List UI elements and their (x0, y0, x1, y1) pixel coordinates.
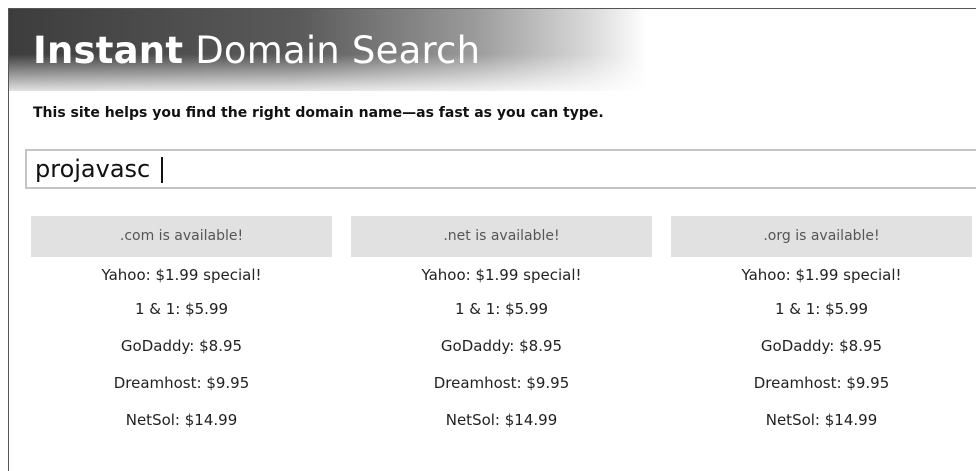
registrar-offer[interactable]: GoDaddy: $8.95 (31, 328, 332, 365)
registrar-offer[interactable]: Yahoo: $1.99 special! (31, 257, 332, 291)
title-rest: Domain Search (195, 29, 481, 72)
registrar-list: Yahoo: $1.99 special! 1 & 1: $5.99 GoDad… (671, 257, 972, 439)
registrar-offer[interactable]: 1 & 1: $5.99 (671, 291, 972, 328)
registrar-list: Yahoo: $1.99 special! 1 & 1: $5.99 GoDad… (31, 257, 332, 439)
registrar-offer[interactable]: Dreamhost: $9.95 (31, 365, 332, 402)
registrar-offer[interactable]: GoDaddy: $8.95 (351, 328, 652, 365)
search-box[interactable] (25, 149, 976, 189)
registrar-list: Yahoo: $1.99 special! 1 & 1: $5.99 GoDad… (351, 257, 652, 439)
registrar-offer[interactable]: NetSol: $14.99 (671, 402, 972, 439)
registrar-offer[interactable]: NetSol: $14.99 (351, 402, 652, 439)
registrar-offer[interactable]: 1 & 1: $5.99 (351, 291, 652, 328)
registrar-offer[interactable]: NetSol: $14.99 (31, 402, 332, 439)
page-title: Instant Domain Search (33, 31, 480, 71)
registrar-offer[interactable]: Yahoo: $1.99 special! (671, 257, 972, 291)
result-column-com: .com is available! Yahoo: $1.99 special!… (31, 216, 332, 439)
title-strong: Instant (33, 29, 184, 72)
registrar-offer[interactable]: Dreamhost: $9.95 (671, 365, 972, 402)
status-banner-com[interactable]: .com is available! (31, 216, 332, 257)
registrar-offer[interactable]: 1 & 1: $5.99 (31, 291, 332, 328)
results-columns: .com is available! Yahoo: $1.99 special!… (31, 216, 976, 436)
registrar-offer[interactable]: Yahoo: $1.99 special! (351, 257, 652, 291)
status-banner-org[interactable]: .org is available! (671, 216, 972, 257)
result-column-org: .org is available! Yahoo: $1.99 special!… (671, 216, 972, 439)
registrar-offer[interactable]: GoDaddy: $8.95 (671, 328, 972, 365)
result-column-net: .net is available! Yahoo: $1.99 special!… (351, 216, 652, 439)
domain-search-input[interactable] (27, 151, 976, 187)
page-frame: Instant Domain Search This site helps yo… (8, 8, 976, 471)
tagline: This site helps you find the right domai… (33, 105, 604, 121)
registrar-offer[interactable]: Dreamhost: $9.95 (351, 365, 652, 402)
text-cursor (161, 157, 163, 183)
status-banner-net[interactable]: .net is available! (351, 216, 652, 257)
